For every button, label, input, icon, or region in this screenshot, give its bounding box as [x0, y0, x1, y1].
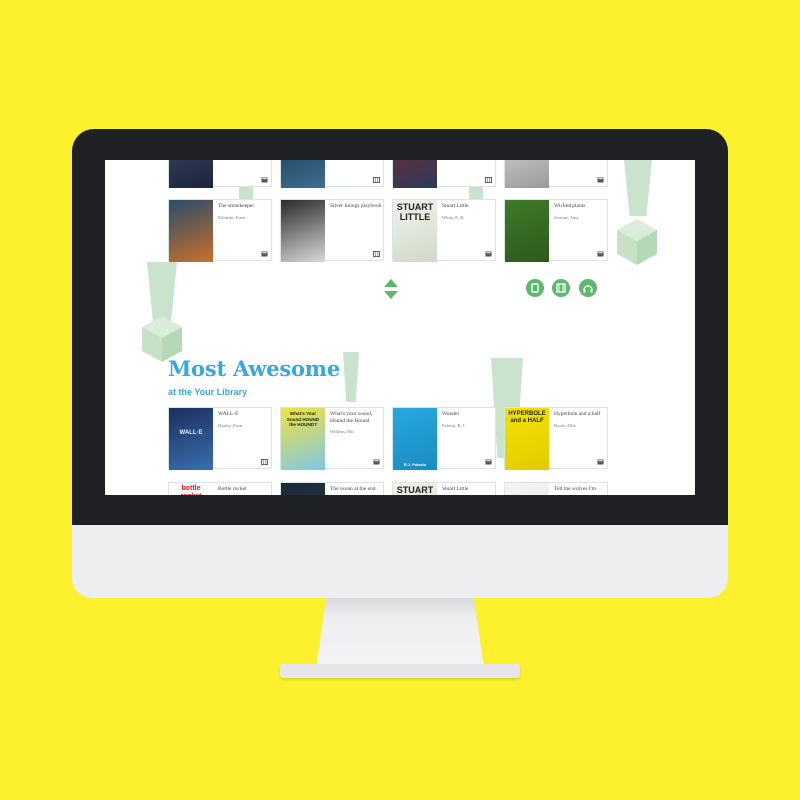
book-icon [261, 251, 268, 257]
book-icon [597, 251, 604, 257]
book-title[interactable]: The stonekeeper [218, 203, 270, 210]
cube-icon [617, 219, 657, 265]
book-title[interactable]: Stuart Little [442, 486, 494, 493]
book-author: Disney–Pixar [218, 422, 243, 428]
book-author: Stewart, Amy [554, 214, 579, 220]
book-card[interactable]: Tell the wolves I'm [504, 482, 608, 495]
book-title[interactable]: Wonder [442, 411, 494, 418]
section-subtitle: at the Your Library [168, 387, 248, 397]
book-card[interactable]: HYPERBOLE and a HALF Hyperbole and a half… [504, 407, 608, 470]
book-card[interactable]: What's Your Sound HOUND the HOUND? What's… [280, 407, 384, 470]
book-icon [531, 283, 539, 293]
monitor-chin [72, 525, 728, 598]
book-cover[interactable]: STUART LITTLE [393, 483, 437, 495]
book-title[interactable]: What's your sound, Hound the Hound [330, 411, 382, 424]
book-cover[interactable] [505, 200, 549, 262]
book-icon [485, 459, 492, 465]
filter-book-button[interactable] [526, 279, 544, 297]
book-title[interactable]: WALL-E [218, 411, 270, 418]
book-card[interactable] [504, 160, 608, 188]
exclamation-decoration [343, 352, 359, 402]
audio-icon [583, 285, 593, 293]
book-cover[interactable]: WALL·E [169, 408, 213, 470]
book-card[interactable]: WALL·E WALL-E Disney–Pixar [168, 407, 272, 470]
book-card[interactable] [280, 160, 384, 188]
book-title[interactable]: Wicked plants [554, 203, 606, 210]
monitor-stand [316, 598, 484, 668]
book-author: White, E. B. [442, 214, 465, 220]
book-cover[interactable]: R.J. Palacio [393, 408, 437, 470]
book-card[interactable] [392, 160, 496, 188]
book-card[interactable]: R.J. Palacio Wonder Palacio, R. J. [392, 407, 496, 470]
book-icon [597, 459, 604, 465]
book-cover[interactable] [281, 160, 325, 188]
book-icon [261, 177, 268, 183]
film-icon [373, 177, 380, 183]
book-card[interactable]: bottle rocket Bottle rocket [168, 482, 272, 495]
book-card[interactable]: The stonekeeper Kibuishi, Kazu [168, 199, 272, 262]
book-cover[interactable] [281, 200, 325, 262]
exclamation-decoration [624, 160, 652, 216]
book-cover[interactable] [393, 160, 437, 188]
film-icon [556, 283, 566, 293]
book-title[interactable]: Silver linings playbook [330, 203, 382, 210]
monitor-base [280, 664, 520, 678]
book-author: Kibuishi, Kazu [218, 214, 246, 220]
book-author: Palacio, R. J. [442, 422, 466, 428]
film-icon [373, 251, 380, 257]
book-cover[interactable] [169, 160, 213, 188]
book-card[interactable]: The ocean at the end [280, 482, 384, 495]
book-title[interactable]: Hyperbole and a half [554, 411, 606, 418]
scroll-arrows-button[interactable] [384, 279, 398, 299]
cover-text: STUART LITTLE [396, 202, 434, 222]
book-author: Brosh, Allie [554, 422, 576, 428]
book-icon [485, 251, 492, 257]
book-author: Wilkens, Mo. [330, 429, 355, 434]
book-cover[interactable] [505, 483, 549, 495]
book-cover[interactable] [281, 483, 325, 495]
book-card[interactable] [168, 160, 272, 188]
cover-text: HYPERBOLE and a HALF [508, 411, 546, 424]
book-card[interactable]: STUART LITTLE Stuart Little White, E. B. [392, 199, 496, 262]
book-cover[interactable]: HYPERBOLE and a HALF [505, 408, 549, 470]
cover-text: bottle rocket [180, 485, 201, 495]
filter-audio-button[interactable] [579, 279, 597, 297]
book-cover[interactable]: STUART LITTLE [393, 200, 437, 262]
book-cover[interactable] [505, 160, 549, 188]
book-cover[interactable]: What's Your Sound HOUND the HOUND? [281, 408, 325, 470]
book-card[interactable]: Wicked plants Stewart, Amy [504, 199, 608, 262]
book-title[interactable]: Stuart Little [442, 203, 494, 210]
book-cover[interactable]: bottle rocket [169, 483, 213, 495]
film-icon [485, 177, 492, 183]
screen: The stonekeeper Kibuishi, Kazu Silver lini… [105, 160, 695, 495]
book-icon [597, 177, 604, 183]
filter-film-button[interactable] [552, 279, 570, 297]
cover-text: What's Your Sound HOUND the HOUND? [286, 411, 320, 428]
book-icon [373, 459, 380, 465]
cover-text: STUART LITTLE [396, 485, 434, 495]
book-card[interactable]: Silver linings playbook [280, 199, 384, 262]
exclamation-decoration [147, 262, 177, 322]
section-title: Most Awesome [168, 356, 340, 381]
film-icon [261, 459, 268, 465]
book-title[interactable]: Bottle rocket [218, 486, 270, 493]
book-title[interactable]: Tell the wolves I'm [554, 486, 606, 493]
book-title[interactable]: The ocean at the end [330, 486, 382, 493]
cover-text: R.J. Palacio [403, 462, 427, 467]
cover-text: WALL·E [179, 430, 203, 436]
book-cover[interactable] [169, 200, 213, 262]
book-card[interactable]: STUART LITTLE Stuart Little [392, 482, 496, 495]
